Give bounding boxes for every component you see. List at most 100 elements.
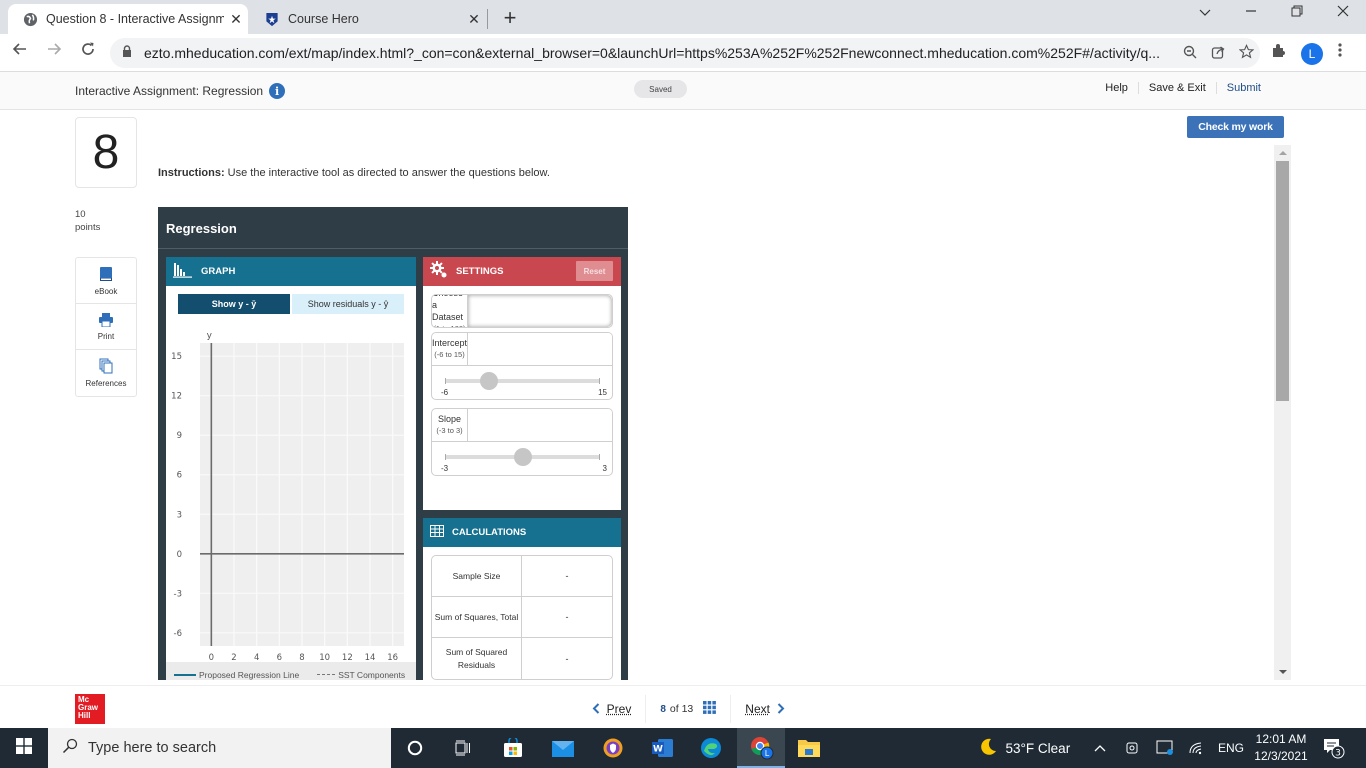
intercept-slider-handle[interactable] (480, 372, 499, 390)
ebook-button[interactable]: eBook (76, 258, 136, 304)
close-window-button[interactable] (1328, 4, 1358, 22)
edge-icon[interactable] (687, 728, 735, 768)
address-bar[interactable]: ezto.mheducation.com/ext/map/index.html?… (110, 38, 1260, 68)
question-counter[interactable]: 8 of 13 (645, 695, 730, 723)
language-indicator[interactable]: ENG (1218, 728, 1244, 768)
current-question: 8 (660, 703, 666, 715)
restore-button[interactable] (1282, 4, 1312, 22)
svg-text:L: L (765, 749, 770, 758)
minimize-button[interactable] (1236, 4, 1266, 22)
tab-question-8[interactable]: Question 8 - Interactive Assignm ✕ (8, 4, 248, 34)
weather-widget[interactable]: 53°F Clear (978, 728, 1070, 768)
extensions-puzzle-icon[interactable] (1271, 43, 1287, 64)
x-tick-label: 16 (387, 653, 398, 661)
print-button[interactable]: Print (76, 304, 136, 350)
tab-search-chevron-icon[interactable] (1190, 4, 1220, 22)
windows-logo-icon (16, 737, 32, 759)
scrollbar-thumb[interactable] (1276, 161, 1289, 401)
next-link[interactable]: Next (745, 702, 770, 716)
gear-icon (430, 261, 456, 282)
task-view-icon[interactable] (439, 728, 487, 768)
x-tick-label: 10 (319, 653, 330, 661)
assignment-footer: Mc Graw Hill Prev 8 of 13 Next (0, 685, 1366, 728)
microsoft-store-icon[interactable] (489, 728, 537, 768)
calculations-header-label: CALCULATIONS (452, 527, 527, 538)
wifi-icon[interactable] (1188, 728, 1204, 768)
tab-close-button[interactable]: ✕ (462, 11, 486, 28)
references-button[interactable]: References (76, 350, 136, 396)
vpn-shield-app-icon[interactable] (589, 728, 637, 768)
assignment-title-text: Interactive Assignment: Regression (75, 84, 264, 98)
zoom-icon[interactable] (1176, 45, 1204, 62)
tab-course-hero[interactable]: Course Hero ✕ (250, 4, 486, 34)
page-scrollbar[interactable] (1274, 145, 1291, 680)
check-my-work-button[interactable]: Check my work (1187, 116, 1284, 138)
browser-tab-bar: Question 8 - Interactive Assignm ✕ Cours… (0, 0, 1366, 34)
back-button[interactable] (8, 41, 32, 62)
regression-widget: Regression GRAPH Show y - ȳ Show residua… (158, 207, 628, 680)
graph-legend: Proposed Regression Line SST Components (166, 662, 416, 680)
info-icon[interactable]: i (269, 83, 286, 99)
calc-value: - (565, 653, 569, 664)
intercept-slider-track[interactable] (445, 378, 600, 384)
scroll-up-arrow-icon[interactable] (1279, 151, 1287, 155)
help-link[interactable]: Help (1095, 82, 1138, 94)
slope-slider-handle[interactable] (513, 448, 532, 466)
x-tick-label: 12 (342, 653, 353, 661)
calc-value: - (565, 612, 569, 622)
slope-slider[interactable]: -3 3 (432, 441, 612, 475)
file-explorer-icon[interactable] (785, 728, 833, 768)
reset-button[interactable]: Reset (576, 261, 613, 281)
prev-button[interactable]: Prev (578, 695, 645, 723)
intercept-min-label: -6 (441, 388, 449, 397)
intercept-input[interactable] (468, 333, 612, 365)
intercept-setting: Intercept (-6 to 15) -6 15 (431, 332, 613, 400)
meet-now-icon[interactable] (1126, 728, 1138, 768)
show-sst-button[interactable]: Show y - ȳ (178, 294, 290, 314)
y-tick-label: -3 (174, 589, 182, 599)
intercept-max-label: 15 (598, 388, 607, 397)
chrome-taskbar-icon[interactable]: L (737, 728, 785, 768)
calc-row-ssr: Sum of Squared Residuals - (432, 638, 612, 679)
save-exit-link[interactable]: Save & Exit (1137, 82, 1216, 94)
intercept-label-text: Intercept (432, 338, 468, 348)
browser-menu-icon[interactable] (1338, 42, 1342, 63)
reload-button[interactable] (76, 41, 100, 62)
points-label: points (75, 222, 101, 233)
y-tick-label: 12 (171, 392, 182, 402)
taskbar-search-box[interactable]: Type here to search (48, 728, 391, 768)
question-number: 8 (75, 117, 137, 188)
cortana-icon[interactable] (391, 728, 439, 768)
graph-mode-toggle: Show y - ȳ Show residuals y - ŷ (178, 294, 404, 314)
forward-button[interactable] (42, 41, 66, 62)
word-icon[interactable]: W (639, 728, 687, 768)
slope-input[interactable] (468, 409, 612, 441)
notification-count: 3 (1335, 749, 1341, 759)
start-button[interactable] (0, 728, 48, 768)
slope-max-label: 3 (602, 464, 607, 473)
dataset-input[interactable] (468, 295, 612, 327)
submit-link[interactable]: Submit (1215, 82, 1271, 94)
profile-avatar[interactable]: L (1301, 43, 1323, 65)
system-clock[interactable]: 12:01 AM 12/3/2021 (1250, 731, 1312, 765)
show-residuals-button[interactable]: Show residuals y - ŷ (292, 294, 404, 314)
notification-center-icon[interactable]: 3 (1322, 728, 1346, 768)
display-icon[interactable] (1156, 728, 1174, 768)
new-tab-button[interactable]: + (498, 5, 522, 31)
tab-title: Course Hero (288, 12, 359, 26)
bookmark-star-icon[interactable] (1232, 44, 1260, 62)
calc-label: Sample Size (432, 556, 522, 596)
dataset-label-text: Choose a Dataset (432, 295, 464, 322)
prev-link[interactable]: Prev (607, 702, 632, 716)
mail-icon[interactable] (539, 728, 587, 768)
intercept-slider[interactable]: -6 15 (432, 365, 612, 399)
regression-plot[interactable]: 0246810121416-6-303691215yx (166, 321, 416, 661)
next-button[interactable]: Next (730, 695, 798, 723)
question-grid-icon[interactable] (703, 701, 717, 717)
y-tick-label: 0 (177, 550, 182, 560)
share-icon[interactable] (1204, 45, 1232, 62)
scroll-down-arrow-icon[interactable] (1279, 670, 1287, 674)
mcgraw-hill-logo: Mc Graw Hill (75, 694, 105, 724)
show-hidden-icons-button[interactable] (1094, 728, 1106, 768)
tab-close-button[interactable]: ✕ (224, 11, 248, 28)
